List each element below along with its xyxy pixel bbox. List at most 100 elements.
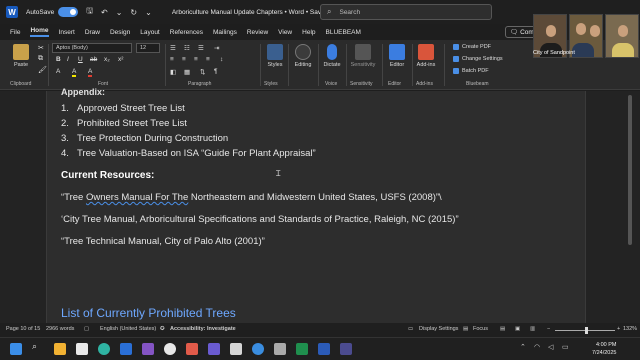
- align-left-icon[interactable]: ≡: [170, 56, 174, 63]
- app-icon[interactable]: [186, 343, 198, 355]
- italic-button[interactable]: I: [67, 56, 69, 63]
- font-name-select[interactable]: Aptos (Body): [52, 43, 132, 53]
- list-item[interactable]: 2. Prohibited Street Tree List: [61, 118, 187, 129]
- editing-button[interactable]: Editing: [290, 44, 316, 68]
- video-tile-3[interactable]: [605, 14, 639, 58]
- tab-help[interactable]: Help: [302, 29, 315, 36]
- outlook-icon[interactable]: [120, 343, 132, 355]
- app-icon[interactable]: [76, 343, 88, 355]
- line-spacing-icon[interactable]: ↕: [220, 56, 223, 63]
- editor-button[interactable]: Editor: [386, 44, 408, 68]
- list-item[interactable]: 1. Approved Street Tree List: [61, 103, 185, 114]
- justify-icon[interactable]: ≡: [206, 56, 210, 63]
- create-pdf-button[interactable]: Create PDF: [453, 44, 491, 50]
- document-title[interactable]: Arboriculture Manual Update Chapters • W…: [172, 9, 329, 16]
- resource-paragraph[interactable]: “Tree Technical Manual, City of Palo Alt…: [61, 236, 265, 247]
- tray-overflow-icon[interactable]: ⌃: [520, 343, 532, 355]
- redo-icon[interactable]: ↻: [130, 8, 137, 17]
- autosave-toggle[interactable]: [58, 7, 79, 17]
- batch-pdf-button[interactable]: Batch PDF: [453, 68, 489, 74]
- shading-icon[interactable]: ◧: [170, 68, 176, 76]
- strikethrough-button[interactable]: ab: [90, 56, 97, 63]
- tab-insert[interactable]: Insert: [59, 29, 75, 36]
- language-indicator[interactable]: English (United States): [100, 326, 156, 332]
- word-count[interactable]: 2966 words: [46, 326, 74, 332]
- volume-icon[interactable]: ◁: [548, 343, 560, 355]
- file-explorer-icon[interactable]: [54, 343, 66, 355]
- tab-home[interactable]: Home: [30, 27, 49, 37]
- indent-icon[interactable]: ⇥: [214, 44, 219, 52]
- text-effects-button[interactable]: A: [56, 68, 60, 75]
- onenote-icon[interactable]: [142, 343, 154, 355]
- bold-button[interactable]: B: [56, 56, 61, 63]
- display-settings-button[interactable]: Display Settings: [419, 326, 458, 332]
- web-layout-icon[interactable]: ▥: [530, 326, 535, 332]
- zoom-out-icon[interactable]: −: [547, 326, 550, 332]
- tab-bluebeam[interactable]: BLUEBEAM: [326, 29, 361, 36]
- subscript-button[interactable]: x₂: [104, 56, 110, 63]
- grammar-flagged-text[interactable]: Owners Manual For The: [86, 192, 188, 203]
- app-icon[interactable]: [340, 343, 352, 355]
- focus-button[interactable]: Focus: [473, 326, 488, 332]
- tab-layout[interactable]: Layout: [140, 29, 160, 36]
- document-canvas[interactable]: Appendix: 1. Approved Street Tree List 2.…: [0, 87, 640, 323]
- customize-toolbar-icon[interactable]: ⌄: [145, 8, 152, 17]
- app-icon[interactable]: [274, 343, 286, 355]
- dictate-button[interactable]: Dictate: [320, 44, 344, 68]
- change-settings-button[interactable]: Change Settings: [453, 56, 503, 62]
- tab-references[interactable]: References: [170, 29, 203, 36]
- accessibility-status[interactable]: Accessibility: Investigate: [170, 326, 236, 332]
- superscript-button[interactable]: x²: [118, 56, 123, 63]
- document-page[interactable]: Appendix: 1. Approved Street Tree List 2.…: [46, 87, 586, 323]
- app-icon[interactable]: [230, 343, 242, 355]
- tab-review[interactable]: Review: [247, 29, 268, 36]
- font-size-select[interactable]: 12: [136, 43, 160, 53]
- undo-icon[interactable]: ↶: [101, 8, 108, 17]
- wifi-icon[interactable]: ◠: [534, 343, 546, 355]
- zoom-level[interactable]: 132%: [623, 326, 637, 332]
- vertical-scrollbar[interactable]: [628, 95, 632, 245]
- font-color-button[interactable]: A: [88, 68, 93, 77]
- styles-button[interactable]: Styles: [264, 44, 286, 68]
- resource-paragraph[interactable]: ‘City Tree Manual, Arboricultural Specif…: [61, 214, 459, 225]
- highlight-button[interactable]: A: [72, 68, 77, 77]
- list-item[interactable]: 3. Tree Protection During Construction: [61, 133, 228, 144]
- tab-design[interactable]: Design: [110, 29, 130, 36]
- multilevel-list-icon[interactable]: ☰: [198, 44, 204, 52]
- battery-icon[interactable]: ▭: [562, 343, 574, 355]
- show-marks-icon[interactable]: ¶: [214, 68, 218, 75]
- zoom-in-icon[interactable]: +: [617, 326, 620, 332]
- search-input[interactable]: ⌕ Search: [320, 4, 492, 20]
- chevron-down-icon[interactable]: ⌄: [116, 8, 123, 17]
- windows-start-icon[interactable]: [10, 343, 22, 355]
- resource-paragraph[interactable]: “Tree Owners Manual For The Northeastern…: [61, 192, 442, 203]
- copy-icon[interactable]: ⧉: [38, 55, 43, 63]
- system-clock[interactable]: 4:00 PM 7/24/2025: [592, 341, 616, 357]
- tab-mailings[interactable]: Mailings: [213, 29, 237, 36]
- sensitivity-button[interactable]: Sensitivity: [348, 44, 378, 68]
- format-painter-icon[interactable]: 🖌: [38, 66, 47, 74]
- print-layout-icon[interactable]: ▣: [515, 326, 520, 332]
- tab-file[interactable]: File: [10, 29, 20, 36]
- sort-icon[interactable]: ⇅: [200, 68, 205, 76]
- chrome-icon[interactable]: [164, 343, 176, 355]
- borders-icon[interactable]: ▦: [184, 68, 190, 76]
- excel-icon[interactable]: [296, 343, 308, 355]
- read-mode-icon[interactable]: ▤: [500, 326, 505, 332]
- page-indicator[interactable]: Page 10 of 15: [6, 326, 40, 332]
- numbering-icon[interactable]: ☷: [184, 44, 190, 52]
- app-icon[interactable]: [252, 343, 264, 355]
- edge-browser-icon[interactable]: [98, 343, 110, 355]
- list-item[interactable]: 4. Tree Valuation-Based on ISA “Guide For…: [61, 148, 316, 159]
- bullets-icon[interactable]: ☰: [170, 44, 176, 52]
- tab-view[interactable]: View: [278, 29, 292, 36]
- add-ins-button[interactable]: Add-ins: [414, 44, 438, 68]
- paste-button[interactable]: Paste: [8, 44, 34, 68]
- underline-button[interactable]: U: [78, 56, 83, 63]
- zoom-slider-thumb[interactable]: [585, 327, 588, 334]
- align-right-icon[interactable]: ≡: [194, 56, 198, 63]
- word-icon[interactable]: [318, 343, 330, 355]
- teams-icon[interactable]: [208, 343, 220, 355]
- tab-draw[interactable]: Draw: [85, 29, 100, 36]
- save-icon[interactable]: 🖫: [86, 5, 93, 19]
